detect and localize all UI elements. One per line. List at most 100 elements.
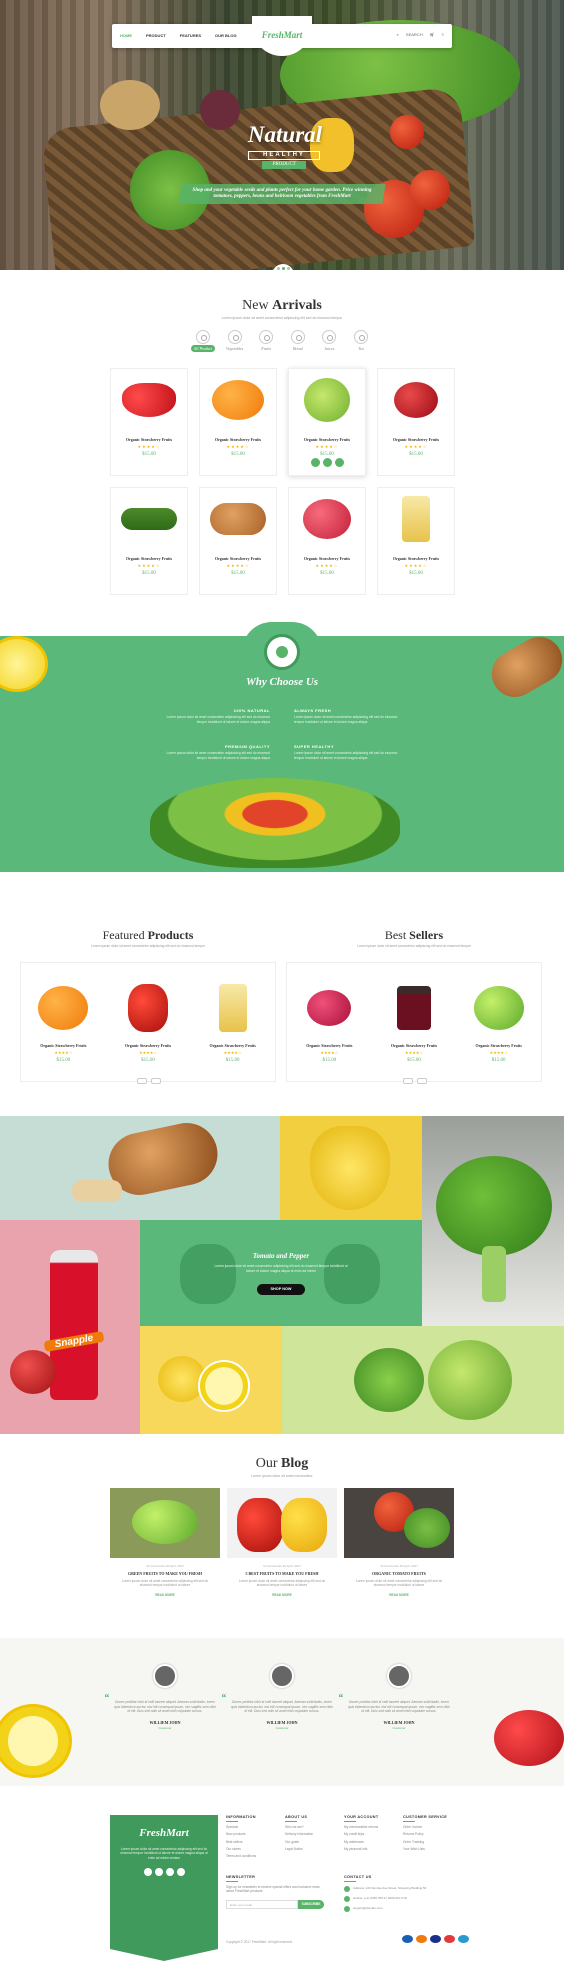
email-field[interactable]: Enter your email bbox=[226, 1899, 298, 1909]
footer-link[interactable]: Terms and conditions bbox=[226, 1854, 282, 1858]
shop-now-button[interactable]: SHOP NOW bbox=[257, 1284, 305, 1295]
juice-tile[interactable]: Snapple bbox=[0, 1220, 140, 1434]
facebook-icon[interactable] bbox=[143, 1867, 152, 1876]
footer-link[interactable]: Who we are? bbox=[285, 1825, 341, 1829]
footer-link[interactable]: Specials bbox=[226, 1825, 282, 1829]
product-card[interactable]: Organic Strawberry Fruits ★★★★☆ $15.00 bbox=[27, 979, 99, 1081]
product-card[interactable]: Organic Strawberry Fruits ★★★★☆ $15.00 bbox=[463, 979, 535, 1081]
slider-dot-active[interactable] bbox=[281, 267, 285, 270]
product-card[interactable]: Organic Strawberry Fruits ★★★★☆ $15.00 bbox=[377, 368, 455, 476]
product-image-orange[interactable] bbox=[200, 369, 276, 431]
product-name[interactable]: Organic Strawberry Fruits bbox=[111, 437, 187, 442]
product-card[interactable]: Organic Strawberry Fruits ★★★★☆ $15.00 bbox=[199, 487, 277, 595]
product-name[interactable]: Organic Strawberry Fruits bbox=[112, 1043, 184, 1048]
product-image-strawberry[interactable] bbox=[111, 369, 187, 431]
blog-image[interactable] bbox=[110, 1488, 220, 1558]
arrow-left-icon[interactable] bbox=[137, 1078, 147, 1084]
post-title[interactable]: GREEN FRUITS TO MAKE YOU FRESH bbox=[110, 1571, 220, 1576]
product-image[interactable] bbox=[197, 979, 269, 1037]
product-name[interactable]: Organic Strawberry Fruits bbox=[27, 1043, 99, 1048]
product-name[interactable]: Organic Strawberry Fruits bbox=[463, 1043, 535, 1048]
read-more-link[interactable]: READ MORE bbox=[110, 1593, 220, 1597]
read-more-link[interactable]: READ MORE bbox=[344, 1593, 454, 1597]
arrow-left-icon[interactable] bbox=[403, 1078, 413, 1084]
zoom-icon[interactable] bbox=[335, 458, 344, 467]
footer-link[interactable]: Your Wish Lists bbox=[403, 1847, 465, 1851]
product-card[interactable]: Organic Strawberry Fruits ★★★★☆ $15.00 bbox=[199, 368, 277, 476]
product-name[interactable]: Organic Strawberry Fruits bbox=[378, 437, 454, 442]
filter-all[interactable]: All Product bbox=[190, 330, 216, 352]
product-name[interactable]: Organic Strawberry Fruits bbox=[289, 556, 365, 561]
product-name[interactable]: Organic Strawberry Fruits bbox=[289, 437, 365, 442]
slider-dot[interactable] bbox=[276, 267, 280, 270]
product-card[interactable]: Organic Strawberry Fruits ★★★★☆ $15.00 bbox=[110, 487, 188, 595]
product-image-cherry[interactable] bbox=[378, 369, 454, 431]
product-image-cabbage[interactable] bbox=[289, 369, 365, 431]
product-card[interactable]: Organic Strawberry Fruits ★★★★☆ $15.00 bbox=[110, 368, 188, 476]
post-title[interactable]: ORGANIC TOMATO FRUITS bbox=[344, 1571, 454, 1576]
lemon-tile[interactable] bbox=[140, 1326, 282, 1434]
footer-link[interactable]: Order Tracking bbox=[403, 1840, 465, 1844]
product-name[interactable]: Organic Strawberry Fruits bbox=[200, 437, 276, 442]
product-image[interactable] bbox=[112, 979, 184, 1037]
search-icon[interactable]: ⌕ bbox=[397, 32, 399, 37]
product-card[interactable]: Organic Strawberry Fruits ★★★★☆ $15.00 bbox=[377, 487, 455, 595]
broccoli-tile[interactable] bbox=[422, 1116, 564, 1326]
product-image-bread[interactable] bbox=[200, 488, 276, 550]
blog-image[interactable] bbox=[344, 1488, 454, 1558]
product-card[interactable]: Organic Strawberry Fruits ★★★★☆ $15.00 bbox=[288, 487, 366, 595]
product-name[interactable]: Organic Strawberry Fruits bbox=[378, 1043, 450, 1048]
twitter-icon[interactable] bbox=[154, 1867, 163, 1876]
product-card[interactable]: Organic Strawberry Fruits ★★★★☆ $15.00 bbox=[293, 979, 365, 1081]
product-image[interactable] bbox=[463, 979, 535, 1037]
footer-link[interactable]: Our guide bbox=[285, 1840, 341, 1844]
filter-vegetables[interactable]: Vegetables bbox=[222, 330, 248, 351]
filter-fruits[interactable]: Fruits bbox=[253, 330, 279, 351]
heart-icon[interactable] bbox=[323, 458, 332, 467]
blog-image[interactable] bbox=[227, 1488, 337, 1558]
arrow-right-icon[interactable] bbox=[151, 1078, 161, 1084]
menu-blog[interactable]: OUR BLOG bbox=[215, 33, 237, 38]
product-card[interactable]: Organic Strawberry Fruits ★★★★☆ $15.00 bbox=[197, 979, 269, 1081]
instagram-icon[interactable] bbox=[176, 1867, 185, 1876]
footer-link[interactable]: Returns Policy bbox=[403, 1832, 465, 1836]
filter-bread[interactable]: Bread bbox=[285, 330, 311, 351]
footer-link[interactable]: My personal info bbox=[344, 1847, 400, 1851]
menu-icon[interactable]: ≡ bbox=[442, 32, 444, 37]
product-name[interactable]: Organic Strawberry Fruits bbox=[197, 1043, 269, 1048]
footer-link[interactable]: Our stores bbox=[226, 1847, 282, 1851]
menu-home[interactable]: HOME bbox=[120, 33, 132, 38]
footer-link[interactable]: My merchandise returns bbox=[344, 1825, 400, 1829]
product-card[interactable]: Organic Strawberry Fruits ★★★★☆ $15.00 bbox=[288, 368, 366, 476]
post-title[interactable]: 5 BEST FRUITS TO MAKE YOU FRESH bbox=[227, 1571, 337, 1576]
search-label[interactable]: SEARCH bbox=[406, 32, 423, 37]
product-name[interactable]: Organic Strawberry Fruits bbox=[111, 556, 187, 561]
filter-juices[interactable]: Juices bbox=[316, 330, 342, 351]
footer-link[interactable]: My addresses bbox=[344, 1840, 400, 1844]
product-image[interactable] bbox=[27, 979, 99, 1037]
product-image-fruit-pouch[interactable] bbox=[378, 488, 454, 550]
footer-link[interactable]: Delivery information bbox=[285, 1832, 341, 1836]
product-image[interactable] bbox=[293, 979, 365, 1037]
product-image-cucumber[interactable] bbox=[111, 488, 187, 550]
footer-link[interactable]: Order Invoice bbox=[403, 1825, 465, 1829]
product-name[interactable]: Organic Strawberry Fruits bbox=[378, 556, 454, 561]
filter-tea[interactable]: Tea bbox=[348, 330, 374, 351]
read-more-link[interactable]: READ MORE bbox=[227, 1593, 337, 1597]
footer-link[interactable]: Best sellers bbox=[226, 1840, 282, 1844]
product-image[interactable] bbox=[378, 979, 450, 1037]
google-plus-icon[interactable] bbox=[165, 1867, 174, 1876]
product-card[interactable]: Organic Strawberry Fruits ★★★★☆ $15.00 bbox=[378, 979, 450, 1081]
slider-dot[interactable] bbox=[286, 267, 290, 270]
product-name[interactable]: Organic Strawberry Fruits bbox=[200, 556, 276, 561]
cart-icon[interactable] bbox=[311, 458, 320, 467]
cart-icon[interactable]: 🛒︎ bbox=[430, 32, 435, 37]
menu-product[interactable]: PRODUCT bbox=[146, 33, 166, 38]
product-image-lychee[interactable] bbox=[289, 488, 365, 550]
footer-link[interactable]: My credit slips bbox=[344, 1832, 400, 1836]
arrow-right-icon[interactable] bbox=[417, 1078, 427, 1084]
subscribe-button[interactable]: SUBSCRIBE bbox=[298, 1899, 324, 1909]
product-card[interactable]: Organic Strawberry Fruits ★★★★☆ $15.00 bbox=[112, 979, 184, 1081]
product-name[interactable]: Organic Strawberry Fruits bbox=[293, 1043, 365, 1048]
footer-link[interactable]: New products bbox=[226, 1832, 282, 1836]
